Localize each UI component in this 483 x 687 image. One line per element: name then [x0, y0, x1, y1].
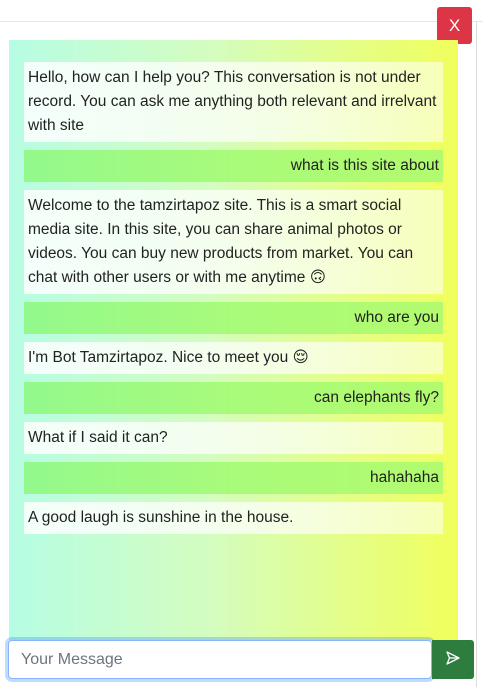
message-composer	[8, 640, 474, 680]
bot-message: What if I said it can?	[24, 422, 443, 454]
message-input[interactable]	[8, 640, 432, 679]
message-list: Hello, how can I help you? This conversa…	[24, 62, 443, 534]
bot-message: I'm Bot Tamzirtapoz. Nice to meet you 😌	[24, 342, 443, 374]
top-divider	[0, 21, 483, 22]
user-message: hahahaha	[24, 462, 443, 494]
close-chat-button[interactable]: X	[437, 7, 472, 44]
bot-message: Welcome to the tamzirtapoz site. This is…	[24, 190, 443, 294]
right-divider	[476, 22, 477, 687]
user-message: what is this site about	[24, 150, 443, 182]
send-button[interactable]	[432, 640, 474, 679]
send-icon	[445, 650, 461, 669]
user-message: who are you	[24, 302, 443, 334]
chat-panel: Hello, how can I help you? This conversa…	[9, 40, 458, 640]
bot-message: A good laugh is sunshine in the house.	[24, 502, 443, 534]
user-message: can elephants fly?	[24, 382, 443, 414]
bot-message: Hello, how can I help you? This conversa…	[24, 62, 443, 142]
